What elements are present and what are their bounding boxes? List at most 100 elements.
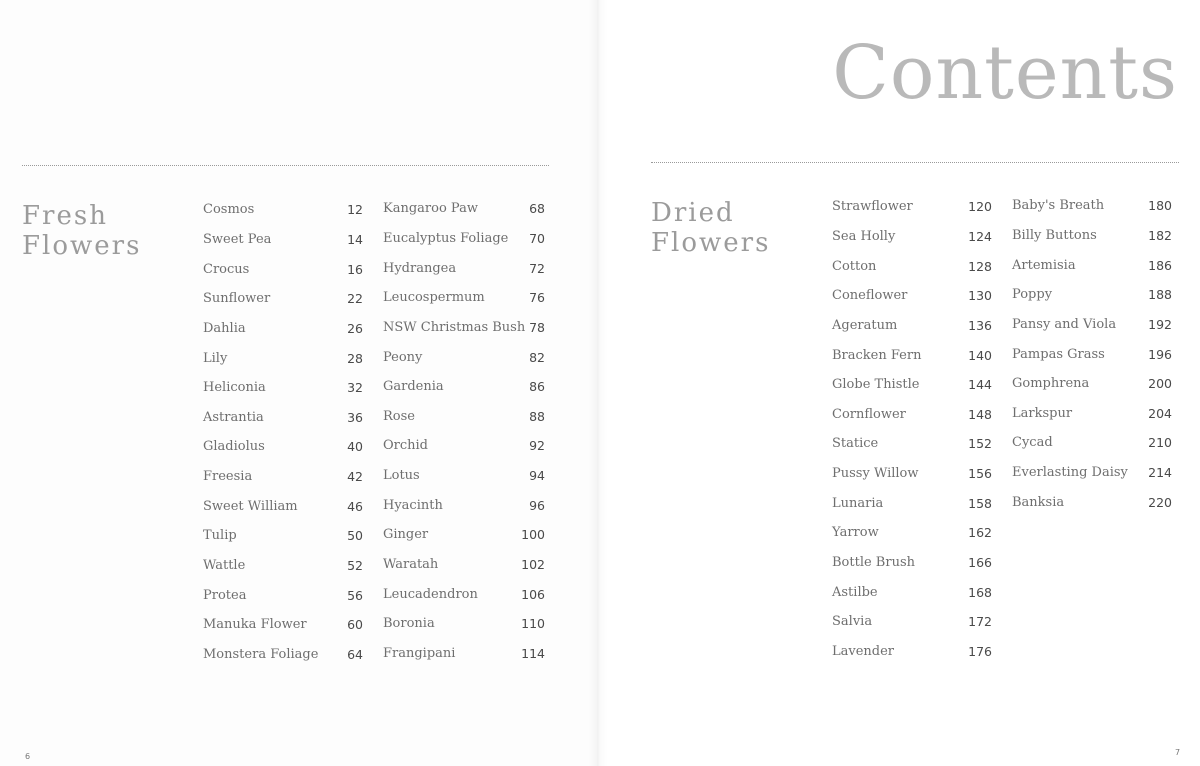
toc-entry: Everlasting Daisy 214 <box>1012 458 1172 488</box>
toc-entry-title: Lily <box>203 350 228 366</box>
toc-entry-page-number: 50 <box>347 528 363 544</box>
toc-entry-page-number: 78 <box>529 319 545 335</box>
toc-entry-title: Kangaroo Paw <box>383 201 478 217</box>
toc-entry-page-number: 64 <box>347 646 363 662</box>
toc-entry-page-number: 136 <box>968 317 992 333</box>
toc-entry-page-number: 182 <box>1148 227 1172 243</box>
toc-entry-title: Gardenia <box>383 379 444 395</box>
toc-entry-page-number: 88 <box>529 408 545 424</box>
toc-entry-page-number: 26 <box>347 320 363 336</box>
toc-entry: Billy Buttons 182 <box>1012 221 1172 251</box>
toc-entry: Lavender 176 <box>832 637 992 667</box>
toc-entry-title: Yarrow <box>832 525 879 541</box>
toc-entry-page-number: 40 <box>347 439 363 455</box>
toc-entry: Poppy 188 <box>1012 280 1172 310</box>
toc-entry-page-number: 188 <box>1148 287 1172 303</box>
toc-entry-title: Cycad <box>1012 435 1053 451</box>
toc-entry-page-number: 162 <box>968 525 992 541</box>
toc-entry: Coneflower 130 <box>832 281 992 311</box>
toc-entry-title: Frangipani <box>383 645 456 661</box>
toc-entry: Statice 152 <box>832 429 992 459</box>
toc-entry-title: Waratah <box>383 557 439 572</box>
toc-entry-title: NSW Christmas Bush <box>383 319 526 335</box>
page-number-left: 6 <box>25 752 31 761</box>
toc-entry: Frangipani 114 <box>383 639 545 669</box>
toc-entry: Lily 28 <box>203 343 363 373</box>
toc-entry-title: Gladiolus <box>203 439 265 455</box>
toc-entry: Hyacinth 96 <box>383 490 545 520</box>
section-heading-line: Dried <box>651 198 735 228</box>
toc-entry-page-number: 152 <box>968 436 992 452</box>
section-heading-line: Flowers <box>651 228 771 258</box>
toc-entry-page-number: 42 <box>347 469 363 485</box>
toc-entry-title: Sweet Pea <box>203 231 272 247</box>
toc-entry-title: Leucadendron <box>383 586 478 602</box>
toc-entry: Pampas Grass 196 <box>1012 339 1172 369</box>
toc-entry-page-number: 72 <box>529 260 545 276</box>
toc-entry: Manuka Flower 60 <box>203 610 363 640</box>
toc-entry-page-number: 186 <box>1148 257 1172 273</box>
toc-entry-title: Astilbe <box>832 584 878 600</box>
toc-entry-title: Strawflower <box>832 199 913 215</box>
section-heading-fresh-flowers: Fresh Flowers <box>22 201 141 261</box>
toc-entry-title: Wattle <box>203 558 246 573</box>
toc-entry-page-number: 56 <box>347 587 363 603</box>
toc-entry-page-number: 22 <box>347 291 363 307</box>
toc-entry-title: Coneflower <box>832 288 908 304</box>
toc-entry: Wattle 52 <box>203 551 363 581</box>
toc-entry-title: Sweet William <box>203 498 298 514</box>
toc-entry: Tulip 50 <box>203 521 363 551</box>
page-title: Contents <box>832 30 1178 116</box>
section-heading-line: Flowers <box>22 231 142 261</box>
toc-entry: Dahlia 26 <box>203 314 363 344</box>
toc-entry-title: Boronia <box>383 616 435 632</box>
dotted-divider-left <box>22 165 549 166</box>
toc-entry-title: Lavender <box>832 643 895 659</box>
fresh-flowers-column-2: Kangaroo Paw 68 Eucalyptus Foliage 70 Hydran… <box>383 194 545 668</box>
toc-entry: Crocus 16 <box>203 254 363 284</box>
toc-entry: Cornflower 148 <box>832 399 992 429</box>
toc-entry-page-number: 176 <box>968 643 992 659</box>
toc-entry-page-number: 148 <box>968 406 992 422</box>
toc-entry: Boronia 110 <box>383 609 545 639</box>
toc-entry-title: Heliconia <box>203 380 266 396</box>
toc-entry-page-number: 94 <box>529 468 545 484</box>
toc-entry-page-number: 32 <box>347 380 363 396</box>
toc-entry-title: Lunaria <box>832 495 884 511</box>
toc-entry-title: Rose <box>383 408 415 424</box>
toc-entry-page-number: 168 <box>968 584 992 600</box>
section-heading-dried-flowers: Dried Flowers <box>651 198 770 258</box>
toc-entry-page-number: 158 <box>968 495 992 511</box>
toc-entry-title: Billy Buttons <box>1012 227 1097 243</box>
toc-entry-title: Freesia <box>203 469 253 485</box>
toc-entry-page-number: 68 <box>529 201 545 217</box>
toc-entry: Gomphrena 200 <box>1012 369 1172 399</box>
toc-entry: Leucospermum 76 <box>383 283 545 313</box>
toc-entry-title: Bracken Fern <box>832 347 922 363</box>
toc-entry-title: Hyacinth <box>383 497 443 513</box>
toc-entry: Yarrow 162 <box>832 518 992 548</box>
toc-entry-page-number: 14 <box>347 231 363 247</box>
toc-entry-page-number: 70 <box>529 230 545 246</box>
toc-entry: Lotus 94 <box>383 461 545 491</box>
toc-entry-title: Sea Holly <box>832 228 896 244</box>
toc-entry: Baby's Breath 180 <box>1012 191 1172 221</box>
toc-entry-page-number: 156 <box>968 466 992 482</box>
toc-entry-title: Ginger <box>383 527 429 543</box>
toc-entry-title: Salvia <box>832 614 873 630</box>
toc-entry-page-number: 76 <box>529 290 545 306</box>
toc-entry-page-number: 86 <box>529 379 545 395</box>
toc-entry-page-number: 16 <box>347 261 363 277</box>
toc-entry-title: Globe Thistle <box>832 377 920 393</box>
toc-entry: Pussy Willow 156 <box>832 459 992 489</box>
toc-entry: Kangaroo Paw 68 <box>383 194 545 224</box>
page-number-right: 7 <box>1175 748 1181 757</box>
toc-entry-page-number: 52 <box>347 558 363 573</box>
toc-entry-title: Banksia <box>1012 494 1065 510</box>
toc-entry-page-number: 166 <box>968 555 992 570</box>
toc-entry-page-number: 172 <box>968 614 992 630</box>
toc-entry-page-number: 130 <box>968 288 992 304</box>
section-heading-line: Fresh <box>22 201 108 231</box>
toc-entry: Rose 88 <box>383 401 545 431</box>
toc-entry-page-number: 114 <box>521 645 545 661</box>
